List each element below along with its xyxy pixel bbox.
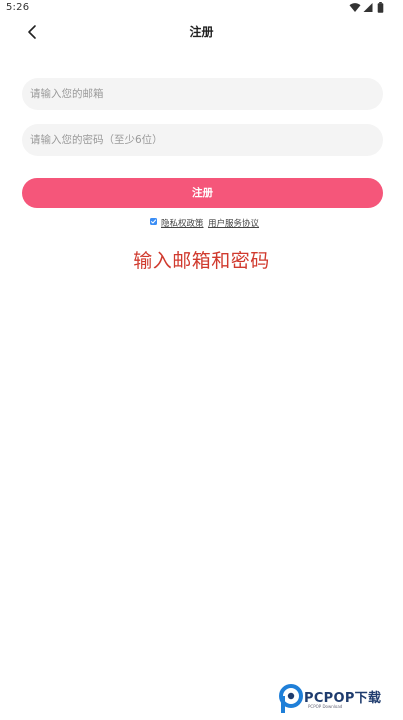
signal-icon: [363, 3, 373, 12]
instruction-caption: 输入邮箱和密码: [133, 250, 270, 272]
status-icons: [349, 2, 389, 14]
password-field[interactable]: [22, 124, 383, 156]
app-header: 注册: [0, 16, 403, 46]
page-title: 注册: [189, 25, 214, 39]
wifi-icon: [349, 3, 361, 12]
watermark: PCPOP下载 PCPOP Download: [278, 684, 400, 716]
check-icon: [150, 219, 157, 224]
privacy-policy-link[interactable]: 隐私权政策: [161, 217, 204, 229]
battery-icon: [377, 2, 384, 13]
register-button[interactable]: 注册: [22, 178, 383, 208]
status-time: 5:26: [6, 2, 30, 13]
watermark-subtext: PCPOP Download: [308, 704, 343, 709]
email-field[interactable]: [22, 78, 383, 110]
agree-checkbox[interactable]: [150, 218, 157, 225]
pcpop-logo-icon: [279, 684, 303, 713]
status-bar: 5:26: [0, 0, 403, 16]
user-agreement-link[interactable]: 用户服务协议: [208, 217, 259, 229]
